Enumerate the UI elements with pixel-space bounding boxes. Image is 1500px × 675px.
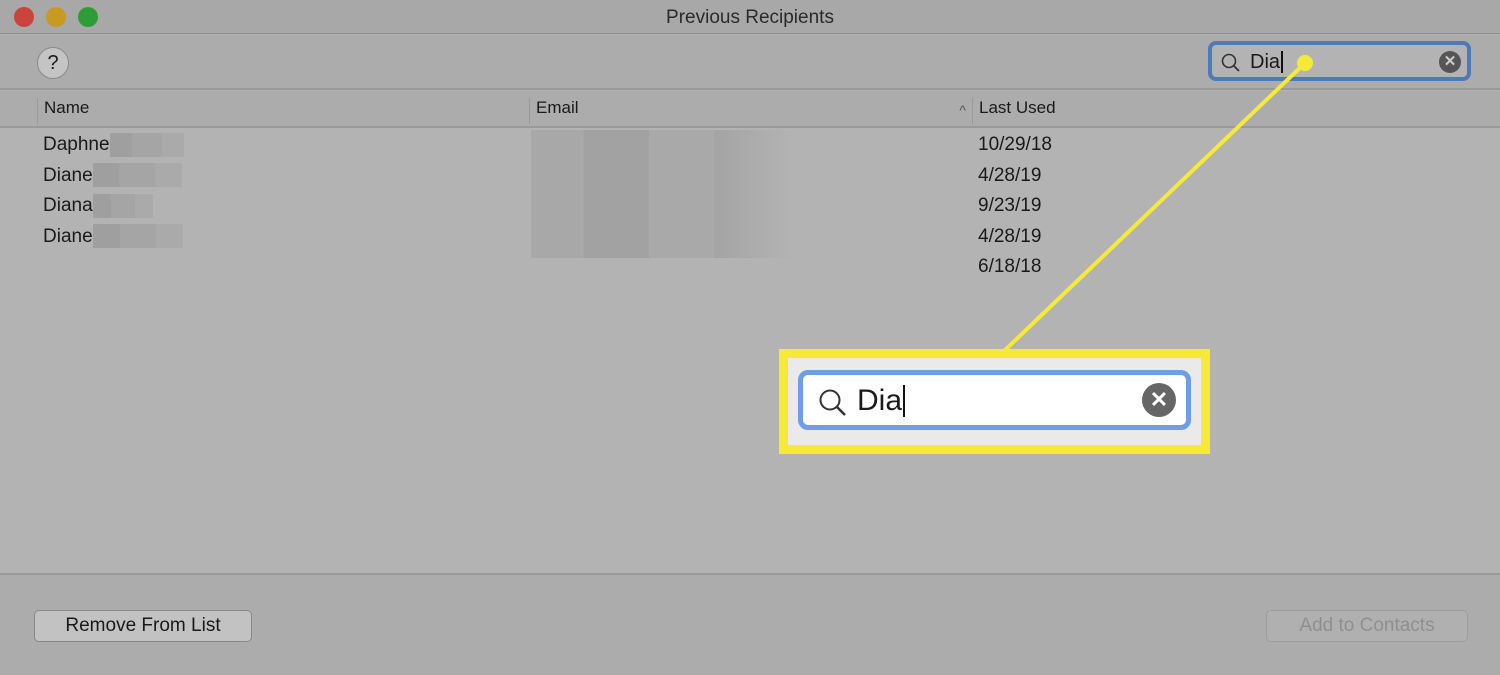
magnified-search-text: Dia xyxy=(857,385,906,417)
search-callout-magnified: Dia ✕ xyxy=(779,349,1210,454)
magnified-search-field: Dia ✕ xyxy=(798,370,1191,430)
callout-inner: Dia ✕ xyxy=(788,358,1201,445)
search-icon xyxy=(819,389,846,416)
clear-search-icon: ✕ xyxy=(1142,383,1176,417)
callout-connector xyxy=(1001,55,1313,354)
